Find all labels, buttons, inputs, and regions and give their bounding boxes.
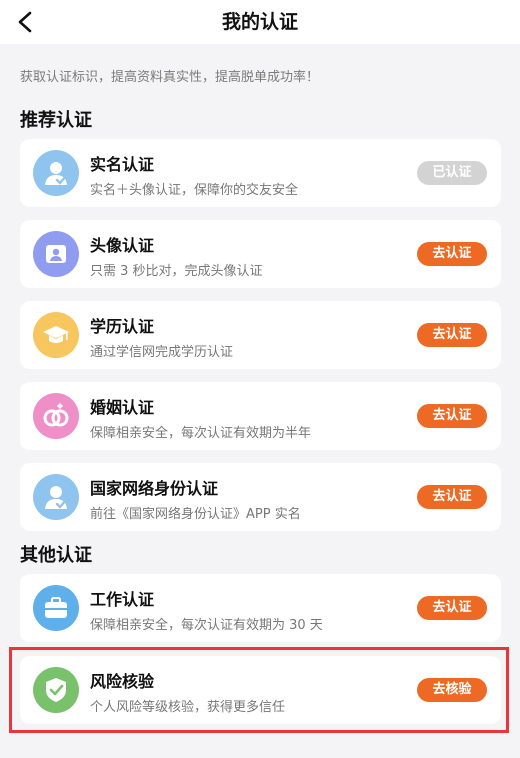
graduation-cap-icon: [33, 312, 79, 358]
highlight-frame: [9, 647, 509, 733]
top-nav-bar: 我的认证: [0, 0, 520, 44]
verified-button[interactable]: 已认证: [417, 161, 487, 185]
verify-card-avatar[interactable]: 头像认证 只需 3 秒比对，完成头像认证 去认证: [20, 220, 501, 288]
section-title-recommended: 推荐认证: [20, 110, 92, 131]
card-subtitle: 实名＋头像认证，保障你的交友安全: [90, 183, 299, 198]
verify-card-marriage[interactable]: 婚姻认证 保障相亲安全，每次认证有效期为半年 去认证: [20, 382, 501, 450]
card-title: 工作认证: [90, 590, 155, 609]
card-subtitle: 保障相亲安全，每次认证有效期为 30 天: [90, 618, 323, 633]
verify-card-education[interactable]: 学历认证 通过学信网完成学历认证 去认证: [20, 301, 501, 369]
info-tip: 获取认证标识，提高资料真实性，提高脱单成功率！: [20, 70, 320, 85]
go-verify-button[interactable]: 去认证: [417, 404, 487, 428]
go-verify-button[interactable]: 去认证: [417, 323, 487, 347]
verify-card-national-id[interactable]: 国家网络身份认证 前往《国家网络身份认证》APP 实名 去认证: [20, 463, 501, 531]
portrait-frame-icon: [33, 231, 79, 277]
card-subtitle: 前往《国家网络身份认证》APP 实名: [90, 507, 301, 522]
card-title: 国家网络身份认证: [90, 479, 219, 498]
section-title-other: 其他认证: [20, 545, 92, 566]
person-check-icon: [33, 150, 79, 196]
go-verify-button[interactable]: 去认证: [417, 596, 487, 620]
card-subtitle: 只需 3 秒比对，完成头像认证: [90, 264, 263, 279]
go-verify-button[interactable]: 去认证: [417, 242, 487, 266]
go-verify-button[interactable]: 去认证: [417, 485, 487, 509]
card-title: 学历认证: [90, 317, 155, 336]
page-title: 我的认证: [221, 11, 298, 33]
verify-card-work[interactable]: 工作认证 保障相亲安全，每次认证有效期为 30 天 去认证: [20, 574, 501, 642]
card-subtitle: 保障相亲安全，每次认证有效期为半年: [90, 426, 312, 441]
person-check-icon: [33, 474, 79, 520]
verify-card-real-name[interactable]: 实名认证 实名＋头像认证，保障你的交友安全 已认证: [20, 139, 501, 207]
briefcase-icon: [33, 585, 79, 631]
card-title: 实名认证: [90, 155, 155, 174]
rings-icon: [33, 393, 79, 439]
card-title: 头像认证: [90, 236, 155, 255]
card-title: 婚姻认证: [90, 398, 155, 417]
card-subtitle: 通过学信网完成学历认证: [90, 345, 234, 360]
